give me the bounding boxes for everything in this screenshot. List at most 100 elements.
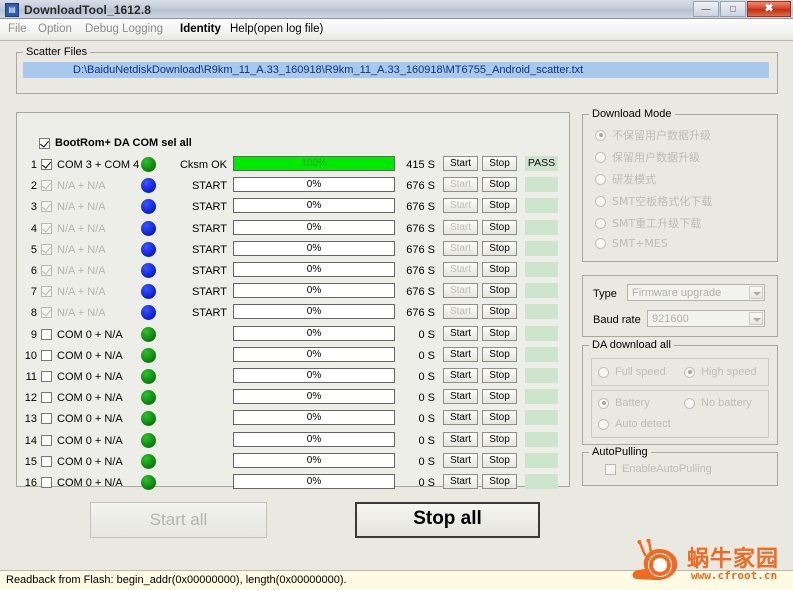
row-stop-button[interactable]: Stop xyxy=(482,325,517,341)
radio-auto-detect-indicator[interactable] xyxy=(598,418,609,430)
menu-item-identity[interactable]: Identity xyxy=(180,23,221,35)
download-mode-option-5-indicator[interactable] xyxy=(595,238,606,249)
row-checkbox-indicator[interactable] xyxy=(41,307,52,319)
menu-item-option[interactable]: Option xyxy=(38,23,72,35)
row-stop-button[interactable]: Stop xyxy=(482,410,517,426)
row-stop-button[interactable]: Stop xyxy=(482,283,517,299)
select-all-checkbox[interactable] xyxy=(39,137,50,149)
row-checkbox-indicator[interactable] xyxy=(41,180,52,192)
row-result-badge xyxy=(525,410,558,426)
close-button[interactable]: ✖ xyxy=(747,1,791,17)
row-checkbox[interactable] xyxy=(41,159,52,173)
enable-autopulling-row[interactable]: EnableAutoPulling xyxy=(605,463,712,475)
download-mode-option-2[interactable]: 研发模式 xyxy=(595,171,656,187)
row-checkbox[interactable] xyxy=(41,201,52,215)
row-checkbox-indicator[interactable] xyxy=(41,222,52,234)
enable-autopulling-checkbox[interactable] xyxy=(605,463,616,475)
baud-rate-combobox[interactable]: 921600 xyxy=(647,310,765,327)
row-start-button[interactable]: Start xyxy=(443,156,478,171)
start-all-button[interactable]: Start all xyxy=(90,502,267,538)
radio-battery-indicator[interactable] xyxy=(598,397,609,409)
menu-item-file[interactable]: File xyxy=(8,23,27,35)
row-stop-button[interactable]: Stop xyxy=(482,177,517,193)
row-stop-button[interactable]: Stop xyxy=(482,198,517,214)
stop-all-button[interactable]: Stop all xyxy=(355,502,540,538)
row-checkbox-indicator[interactable] xyxy=(41,328,52,340)
row-stop-button[interactable]: Stop xyxy=(482,474,517,489)
radio-high-speed[interactable]: High speed xyxy=(684,366,757,378)
download-mode-option-1[interactable]: 保留用户数据升级 xyxy=(595,149,700,165)
type-combobox[interactable]: Firmware upgrade xyxy=(627,284,765,301)
row-stop-button[interactable]: Stop xyxy=(482,346,517,362)
row-checkbox[interactable] xyxy=(41,477,52,491)
row-stop-button[interactable]: Stop xyxy=(482,431,517,447)
row-checkbox[interactable] xyxy=(41,371,52,385)
minimize-button[interactable]: — xyxy=(693,1,719,17)
row-checkbox[interactable] xyxy=(41,434,52,449)
row-checkbox[interactable] xyxy=(41,349,52,364)
download-mode-option-0-indicator[interactable] xyxy=(595,129,606,141)
row-checkbox-indicator[interactable] xyxy=(41,477,52,488)
row-start-button[interactable]: Start xyxy=(443,346,478,362)
row-checkbox-indicator[interactable] xyxy=(41,392,52,404)
row-start-button[interactable]: Start xyxy=(443,325,478,341)
row-checkbox[interactable] xyxy=(41,265,52,279)
row-stop-button[interactable]: Stop xyxy=(482,219,517,235)
menu-item-debug-logging[interactable]: Debug Logging xyxy=(85,23,163,35)
download-mode-option-1-indicator[interactable] xyxy=(595,151,606,163)
row-start-button[interactable]: Start xyxy=(443,410,478,426)
row-stop-button[interactable]: Stop xyxy=(482,368,517,383)
row-stop-button[interactable]: Stop xyxy=(482,240,517,256)
row-checkbox-indicator[interactable] xyxy=(41,265,52,276)
row-checkbox-indicator[interactable] xyxy=(41,159,52,170)
row-checkbox[interactable] xyxy=(41,413,52,427)
download-mode-option-4-indicator[interactable] xyxy=(595,217,606,229)
radio-full-speed-indicator[interactable] xyxy=(598,366,609,378)
table-row: 4 N/A + N/A START 0% 676 S Start Stop xyxy=(17,219,571,240)
menu-item-help[interactable]: Help(open log file) xyxy=(230,23,323,35)
download-mode-option-2-indicator[interactable] xyxy=(595,173,606,185)
radio-no-battery[interactable]: No battery xyxy=(684,397,752,409)
row-checkbox[interactable] xyxy=(41,307,52,321)
row-checkbox-indicator[interactable] xyxy=(41,349,52,361)
row-stop-button[interactable]: Stop xyxy=(482,304,517,320)
row-checkbox[interactable] xyxy=(41,222,52,237)
row-checkbox[interactable] xyxy=(41,243,52,258)
row-stop-button[interactable]: Stop xyxy=(482,156,517,171)
row-checkbox-indicator[interactable] xyxy=(41,243,52,255)
row-stop-button[interactable]: Stop xyxy=(482,452,517,468)
row-checkbox[interactable] xyxy=(41,392,52,406)
radio-battery[interactable]: Battery xyxy=(598,397,650,409)
row-checkbox-indicator[interactable] xyxy=(41,286,52,298)
row-checkbox[interactable] xyxy=(41,180,52,194)
row-stop-button[interactable]: Stop xyxy=(482,389,517,405)
download-mode-option-3[interactable]: SMT空板格式化下载 xyxy=(595,193,712,209)
row-checkbox[interactable] xyxy=(41,286,52,300)
row-checkbox-indicator[interactable] xyxy=(41,371,52,382)
row-checkbox-indicator[interactable] xyxy=(41,201,52,213)
download-mode-option-5[interactable]: SMT+MES xyxy=(595,237,668,250)
scatter-file-path[interactable]: D:\BaiduNetdiskDownload\R9km_11_A.33_160… xyxy=(23,62,769,78)
row-start-button[interactable]: Start xyxy=(443,389,478,405)
maximize-button[interactable]: □ xyxy=(720,1,746,17)
radio-high-speed-indicator[interactable] xyxy=(684,366,695,378)
radio-full-speed[interactable]: Full speed xyxy=(598,366,666,378)
row-checkbox-indicator[interactable] xyxy=(41,455,52,467)
row-start-button[interactable]: Start xyxy=(443,431,478,447)
chevron-down-icon[interactable] xyxy=(749,312,763,325)
row-start-button[interactable]: Start xyxy=(443,368,478,383)
row-start-button[interactable]: Start xyxy=(443,452,478,468)
download-mode-option-0[interactable]: 不保留用户数据升级 xyxy=(595,127,711,143)
radio-auto-detect[interactable]: Auto detect xyxy=(598,418,671,430)
row-checkbox[interactable] xyxy=(41,455,52,470)
radio-no-battery-indicator[interactable] xyxy=(684,397,695,409)
download-mode-option-4[interactable]: SMT重工升级下载 xyxy=(595,215,701,231)
row-checkbox-indicator[interactable] xyxy=(41,434,52,446)
download-mode-option-3-indicator[interactable] xyxy=(595,195,606,207)
row-checkbox[interactable] xyxy=(41,328,52,343)
row-start-button[interactable]: Start xyxy=(443,474,478,489)
row-checkbox-indicator[interactable] xyxy=(41,413,52,425)
select-all-row[interactable]: BootRom+ DA COM sel all xyxy=(39,137,192,149)
row-stop-button[interactable]: Stop xyxy=(482,262,517,277)
chevron-down-icon[interactable] xyxy=(749,286,763,299)
